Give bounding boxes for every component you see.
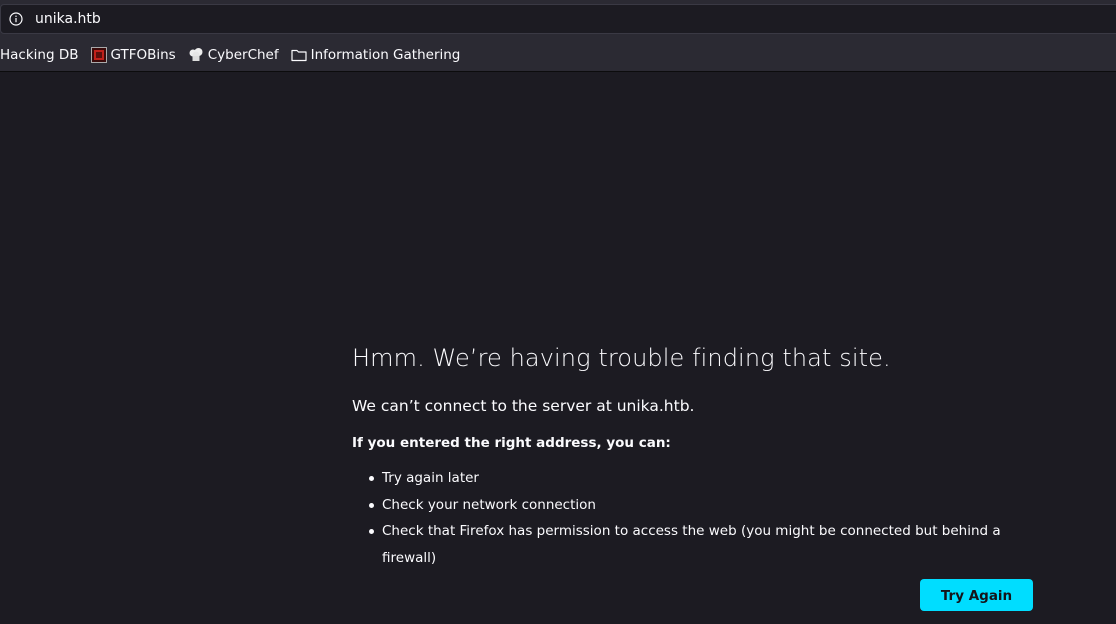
gtfobins-icon bbox=[90, 47, 107, 63]
bookmark-label: Information Gathering bbox=[310, 47, 461, 63]
try-again-button[interactable]: Try Again bbox=[920, 579, 1033, 611]
bookmark-hacking-db[interactable]: Hacking DB bbox=[0, 47, 79, 63]
bookmark-information-gathering[interactable]: Information Gathering bbox=[291, 47, 461, 63]
bookmark-label: CyberChef bbox=[207, 47, 279, 63]
list-item: Check your network connection bbox=[369, 492, 1052, 519]
error-title: Hmm. We’re having trouble finding that s… bbox=[352, 344, 891, 372]
bookmarks-bar: Hacking DB GTFOBins CyberChef Informatio… bbox=[0, 44, 472, 66]
error-description: We can’t connect to the server at unika.… bbox=[352, 397, 695, 415]
suggestions-list: Try again later Check your network conne… bbox=[352, 465, 1052, 571]
suggestions-heading: If you entered the right address, you ca… bbox=[352, 435, 671, 451]
info-icon[interactable] bbox=[9, 12, 23, 26]
error-page-content: Hmm. We’re having trouble finding that s… bbox=[352, 340, 1052, 571]
url-bar[interactable]: unika.htb bbox=[0, 4, 1116, 34]
bookmark-label: Hacking DB bbox=[0, 47, 79, 63]
cyberchef-icon bbox=[189, 48, 203, 61]
browser-toolbar: unika.htb Hacking DB GTFOBins CyberChef bbox=[0, 0, 1116, 72]
url-text[interactable]: unika.htb bbox=[35, 11, 101, 27]
bookmark-gtfobins[interactable]: GTFOBins bbox=[90, 47, 176, 63]
list-item: Try again later bbox=[369, 465, 1052, 492]
folder-icon bbox=[291, 49, 307, 62]
bookmark-label: GTFOBins bbox=[110, 47, 176, 63]
bookmark-cyberchef[interactable]: CyberChef bbox=[188, 47, 279, 63]
list-item: Check that Firefox has permission to acc… bbox=[369, 518, 1052, 571]
